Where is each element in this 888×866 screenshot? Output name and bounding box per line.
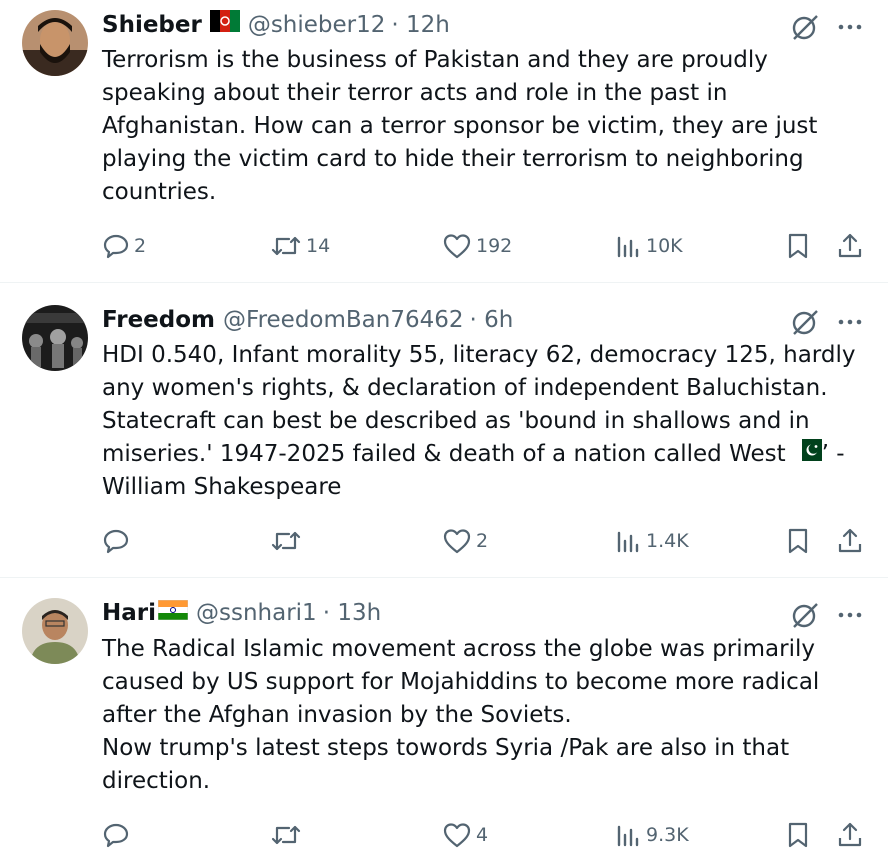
display-name[interactable]: Freedom	[102, 305, 215, 335]
bookmark-icon	[788, 822, 808, 848]
action-bar: 2 14 192 10K	[102, 229, 872, 263]
like-count: 4	[476, 824, 489, 846]
tweet-text: Terrorism is the business of Pakistan an…	[102, 44, 872, 209]
bookmark-icon	[788, 233, 808, 259]
tweet[interactable]: Freedom @FreedomBan76462 · 6h HDI 0.540,…	[0, 283, 888, 577]
tweet-line: Statecraft can best be described as 'bou…	[102, 408, 810, 434]
like-icon	[443, 234, 471, 259]
tweet-line-with-flag: miseries.' 1947-2025 failed & death of a…	[102, 438, 872, 471]
reply-count: 2	[134, 235, 147, 257]
more-icon[interactable]	[835, 307, 865, 337]
tweet-line: after the Afghan invasion by the Soviets…	[102, 702, 572, 728]
handle[interactable]: @FreedomBan76462	[223, 305, 464, 335]
like-icon	[443, 823, 471, 848]
timestamp[interactable]: · 6h	[470, 305, 514, 335]
tweet-line: William Shakespeare	[102, 474, 342, 500]
handle[interactable]: @ssnhari1	[196, 598, 317, 628]
bookmark-button[interactable]	[784, 229, 812, 263]
like-button[interactable]: 2	[442, 524, 488, 558]
repost-button[interactable]: 14	[270, 229, 330, 263]
reply-icon	[103, 529, 129, 554]
tweet-line: countries.	[102, 179, 217, 205]
like-icon	[443, 529, 471, 554]
bookmark-button[interactable]	[784, 524, 812, 558]
tweet-line: miseries.' 1947-2025 failed & death of a…	[102, 441, 786, 467]
bookmark-button[interactable]	[784, 818, 812, 852]
pakistan-flag-icon	[795, 438, 822, 471]
reply-button[interactable]	[102, 818, 134, 852]
repost-icon	[271, 825, 301, 845]
share-button[interactable]	[836, 818, 864, 852]
india-flag-icon	[157, 598, 189, 628]
avatar[interactable]	[22, 10, 88, 76]
timestamp[interactable]: · 13h	[323, 598, 381, 628]
share-button[interactable]	[836, 524, 864, 558]
tweet-line: any women's rights, & declaration of ind…	[102, 375, 828, 401]
tweet-line: playing the victim card to hide their te…	[102, 146, 804, 172]
more-icon[interactable]	[835, 600, 865, 630]
reply-icon	[103, 234, 129, 259]
tweet-text: The Radical Islamic movement across the …	[102, 633, 872, 798]
tweet-line: Afghanistan. How can a terror sponsor be…	[102, 113, 818, 139]
tweet-header: Shieber @shieber12 · 12h	[102, 10, 450, 40]
handle[interactable]: @shieber12	[248, 10, 386, 40]
tweet-line: The Radical Islamic movement across the …	[102, 636, 815, 662]
display-name[interactable]: Hari	[102, 598, 156, 628]
like-button[interactable]: 192	[442, 229, 512, 263]
views-icon	[617, 825, 639, 847]
timestamp[interactable]: · 12h	[391, 10, 449, 40]
views-icon	[617, 531, 639, 553]
share-button[interactable]	[836, 229, 864, 263]
share-icon	[838, 528, 862, 553]
view-count: 1.4K	[646, 530, 689, 552]
bookmark-icon	[788, 528, 808, 554]
grok-icon[interactable]	[790, 12, 820, 42]
tweet-line: HDI 0.540, Infant morality 55, literacy …	[102, 342, 856, 368]
like-count: 192	[476, 235, 513, 257]
tweet-line: Now trump's latest steps towords Syria /…	[102, 735, 790, 761]
like-button[interactable]: 4	[442, 818, 488, 852]
repost-icon	[271, 236, 301, 256]
share-icon	[838, 233, 862, 258]
tweet[interactable]: Shieber @shieber12 · 12h Terrorism is th…	[0, 0, 888, 282]
tweet-header: Freedom @FreedomBan76462 · 6h	[102, 305, 513, 335]
view-count: 10K	[646, 235, 683, 257]
repost-button[interactable]	[270, 818, 306, 852]
tweet-line: Terrorism is the business of Pakistan an…	[102, 47, 768, 73]
reply-button[interactable]: 2	[102, 229, 146, 263]
tweet-line: direction.	[102, 768, 211, 794]
repost-count: 14	[306, 235, 331, 257]
action-bar: 2 1.4K	[102, 524, 872, 558]
tweet-text: HDI 0.540, Infant morality 55, literacy …	[102, 339, 872, 504]
tweet-line: speaking about their terror acts and rol…	[102, 80, 728, 106]
tweet-line-tail: ’ -	[821, 441, 845, 467]
views-icon	[617, 236, 639, 258]
avatar[interactable]	[22, 598, 88, 664]
afghanistan-flag-icon	[209, 10, 240, 40]
more-icon[interactable]	[835, 12, 865, 42]
tweet-header: Hari @ssnhari1 · 13h	[102, 598, 381, 628]
views-button[interactable]: 10K	[614, 229, 683, 263]
reply-button[interactable]	[102, 524, 134, 558]
share-icon	[838, 822, 862, 847]
avatar[interactable]	[22, 305, 88, 371]
views-button[interactable]: 9.3K	[614, 818, 689, 852]
views-button[interactable]: 1.4K	[614, 524, 689, 558]
repost-icon	[271, 531, 301, 551]
reply-icon	[103, 823, 129, 848]
display-name[interactable]: Shieber	[102, 10, 202, 40]
tweet[interactable]: Hari @ssnhari1 · 13h The Radical Islamic…	[0, 578, 888, 866]
tweet-line: caused by US support for Mojahiddins to …	[102, 669, 820, 695]
view-count: 9.3K	[646, 824, 689, 846]
repost-button[interactable]	[270, 524, 306, 558]
grok-icon[interactable]	[790, 600, 820, 630]
grok-icon[interactable]	[790, 307, 820, 337]
like-count: 2	[476, 530, 489, 552]
action-bar: 4 9.3K	[102, 818, 872, 852]
